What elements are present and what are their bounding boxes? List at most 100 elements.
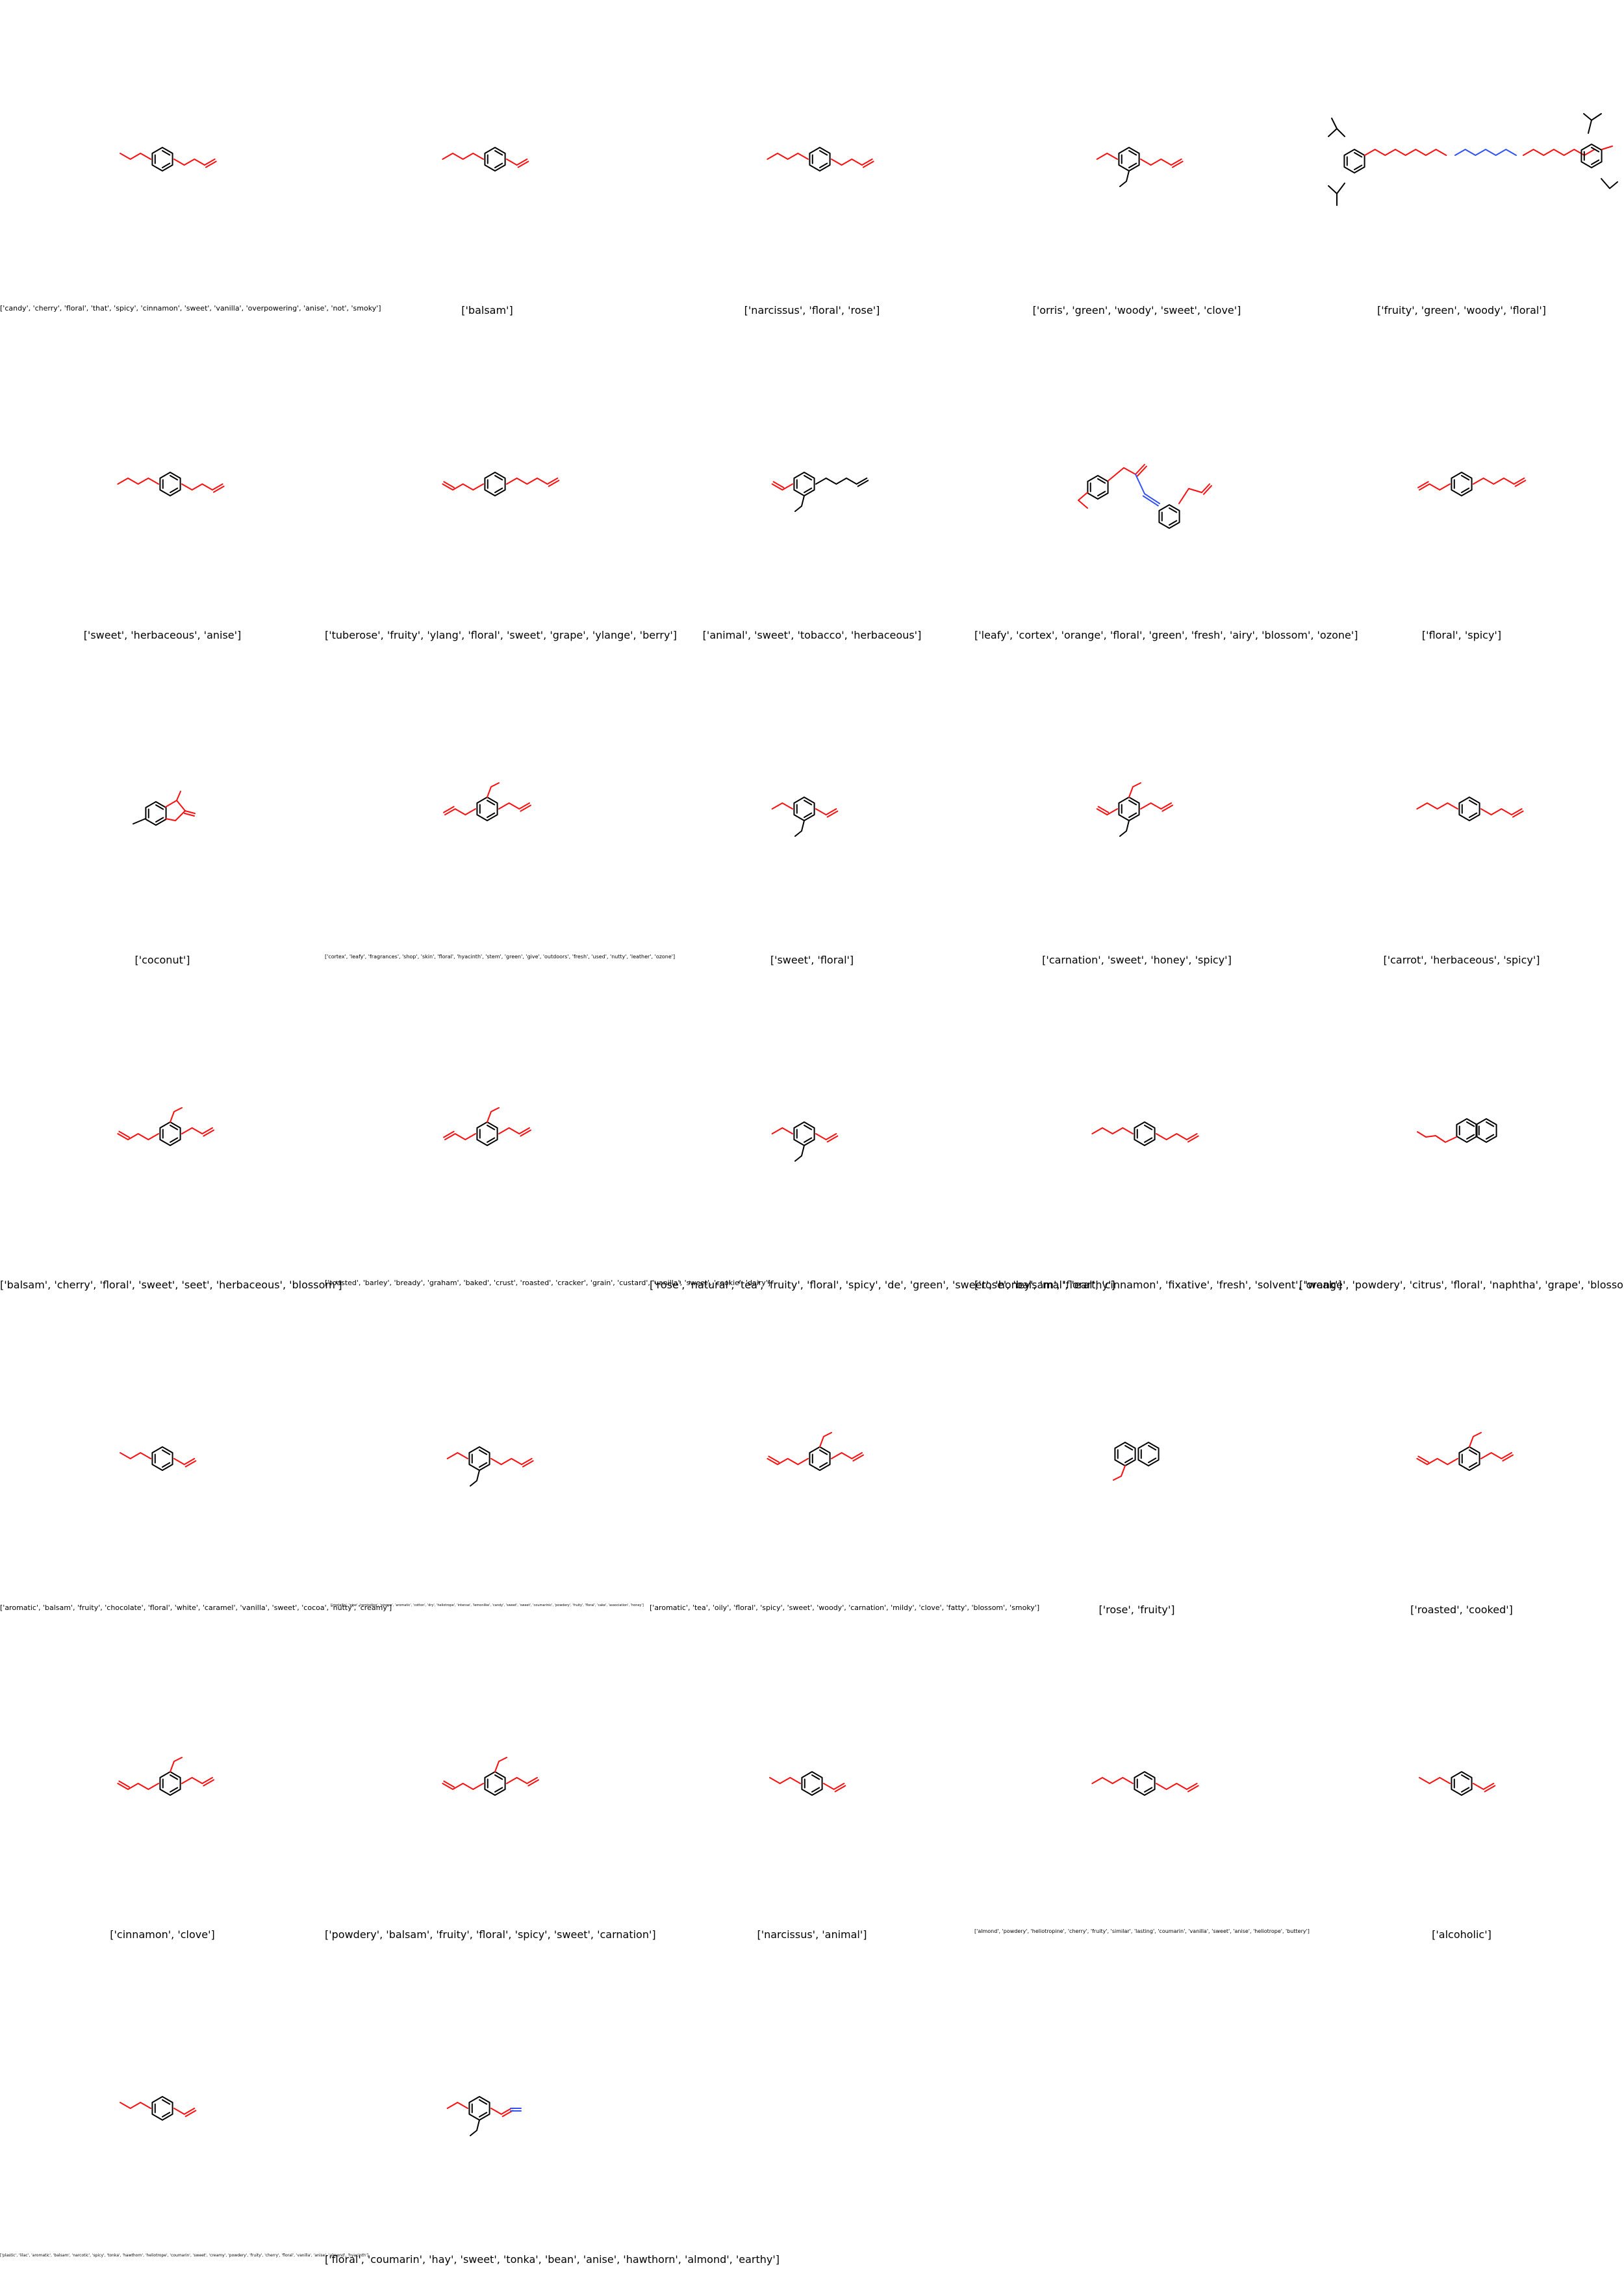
molecule-structure-anisonitrile [446,2096,522,2136]
hydroxyl-group [1469,1432,1482,1448]
right-substituent [1140,159,1182,166]
molecule-cell: ['cinnamon', 'clove'] [0,1624,325,1949]
carbonyl-bond [184,810,196,814]
left-substituent [117,478,159,485]
molecule-cell: ['plastic', 'lilac', 'aromatic', 'balsam… [0,1949,368,2274]
double-bond [826,810,839,818]
molecule-structure-anisyl-carbonate [120,2096,197,2121]
molecule-cell: ['carnation', 'sweet', 'honey', 'spicy'] [974,650,1299,975]
double-bond [1187,1785,1199,1793]
molecule-cell: ['aromatic', 'balsam', 'fruity', 'chocol… [0,1299,392,1624]
odor-descriptor-label: ['toasted', 'barley', 'bready', 'graham'… [325,1279,771,1287]
left-substituent [769,1777,801,1784]
ether-chain [1417,1131,1457,1143]
molecule-cell: ['orange', 'powdery', 'citrus', 'floral'… [1299,975,1624,1299]
double-bond [1161,804,1173,812]
dioxole-bridge [1078,492,1088,509]
molecule-structure-big-dimer [1328,113,1618,206]
double-bond [443,1131,455,1138]
methoxy-group [470,1470,480,1487]
left-substituent [771,802,793,810]
odor-descriptor-label: ['tuberose', 'fruity', 'ylang', 'floral'… [325,629,678,641]
odor-descriptor-label: ['orris', 'green', 'woody', 'sweet', 'cl… [1032,304,1241,316]
methyl-bond [1591,113,1602,121]
odor-descriptor-label: ['aromatic', 'balsam', 'fruity', 'chocol… [0,1603,392,1612]
double-bond [184,2110,197,2117]
odor-descriptor-label: ['fruity', 'green', 'woody', 'floral'] [1377,304,1546,316]
odor-descriptor-label: ['aromatic', 'tea', 'oily', 'floral', 's… [650,1603,1040,1612]
molecule-cell: ['rose', 'balsam', 'floral', 'cinnamon',… [974,975,1342,1299]
odor-descriptor-label: ['rose', 'natural', 'tea', 'fruity', 'fl… [650,1279,1115,1291]
hydroxyl-group [487,782,500,798]
methyl-bond [133,818,146,824]
molecule-structure-anisate-glycolate [1416,1432,1514,1471]
methoxy-group [1119,170,1130,187]
molecule-cell: ['tuberose', 'fruity', 'ylang', 'floral'… [325,325,678,650]
odor-descriptor-label: ['animal', 'sweet', 'tobacco', 'herbaceo… [702,629,922,641]
hydroxyl-group [170,1757,183,1772]
double-bond [212,485,225,493]
molecule-structure-piperonyl-propenal [446,1446,534,1487]
odor-descriptor-label: ['carrot', 'herbaceous', 'spicy'] [1383,954,1540,966]
odor-descriptor-label: ['sweet', 'floral'] [770,954,854,966]
odor-descriptor-label: ['roasted', 'cooked'] [1410,1603,1513,1616]
left-substituent [1091,1777,1134,1784]
odor-descriptor-label: ['rose', 'fruity'] [1098,1603,1175,1616]
molecule-cell: ['roasted', 'cooked'] [1299,1299,1624,1624]
left-substituent [1091,1127,1134,1134]
molecule-structure-salicylate-glycol [117,1107,214,1146]
molecule-cell: ['narcissus', 'floral', 'rose'] [650,0,974,325]
molecule-cell: ['powdery', 'balsam', 'fruity', 'floral'… [325,1624,656,1949]
hydroxyl-group [1128,782,1141,798]
left-substituent [446,1452,468,1459]
right-substituent [173,159,216,166]
double-bond [1097,806,1110,813]
double-bond [443,806,455,813]
molecule-cell: ['narcissus', 'animal'] [650,1624,974,1949]
odor-descriptor-label: ['narcissus', 'animal'] [757,1928,867,1941]
molecule-structure-phenyl-ester [771,797,839,837]
double-bond [520,1129,531,1137]
molecule-structure-ferulaldehyde [443,1107,531,1146]
molecule-cell: ['alcoholic'] [1299,1624,1624,1949]
molecule-cell: ['rose', 'fruity'] [974,1299,1299,1624]
double-bond [857,479,869,487]
odor-descriptor-label: ['carnation', 'sweet', 'honey', 'spicy'] [1042,954,1232,966]
double-bond [768,1455,780,1463]
methoxy-group [794,1145,805,1162]
molecule-cell: ['fruity', 'green', 'woody', 'floral'] [1299,0,1624,325]
molecule-cell: ['orris', 'green', 'woody', 'sweet', 'cl… [974,0,1299,325]
double-bond [203,1779,214,1787]
molecule-cell: ['sweet', 'herbaceous', 'anise'] [0,325,325,650]
hydroxyl-bond [1113,1465,1126,1481]
double-bond [1417,1455,1430,1463]
methyl-bond [1331,118,1338,129]
lactone-ring [165,800,186,821]
right-substituent [1156,1783,1198,1790]
odor-descriptor-label: ['metallic', 'pine', 'reminding', 'pinen… [331,1603,644,1607]
methoxy-group [794,495,805,512]
hydroxyl-bond [176,791,181,801]
molecule-structure-anisal-acetone [1091,1771,1199,1796]
molecule-cell: ['coconut'] [0,650,325,975]
molecule-structure-methyl-anisate [117,472,225,496]
methoxy-group [1119,820,1130,837]
double-bond [118,1131,131,1138]
molecule-structure-vanillin-oxalate [120,1446,197,1471]
ester-linker [1364,149,1447,156]
left-substituent [1096,153,1118,160]
double-bond [443,481,455,489]
double-bond [852,1454,864,1462]
molecule-structure-acetyl-isoeugenol [442,1757,539,1796]
double-bond [548,479,560,487]
amide-linker [1454,149,1517,156]
molecule-cell: ['rose', 'natural', 'tea', 'fruity', 'fl… [650,975,1115,1299]
propenal-chain [1108,464,1145,481]
hydroxyl-group [170,1107,183,1123]
methoxy-group [794,820,805,837]
double-bond [527,1779,539,1787]
double-bond [517,160,529,168]
odor-descriptor-label: ['orange', 'powdery', 'citrus', 'floral'… [1299,1279,1624,1291]
molecule-structure-cresyl-butenoate [769,1771,846,1796]
odor-descriptor-label: ['coconut'] [134,954,190,966]
